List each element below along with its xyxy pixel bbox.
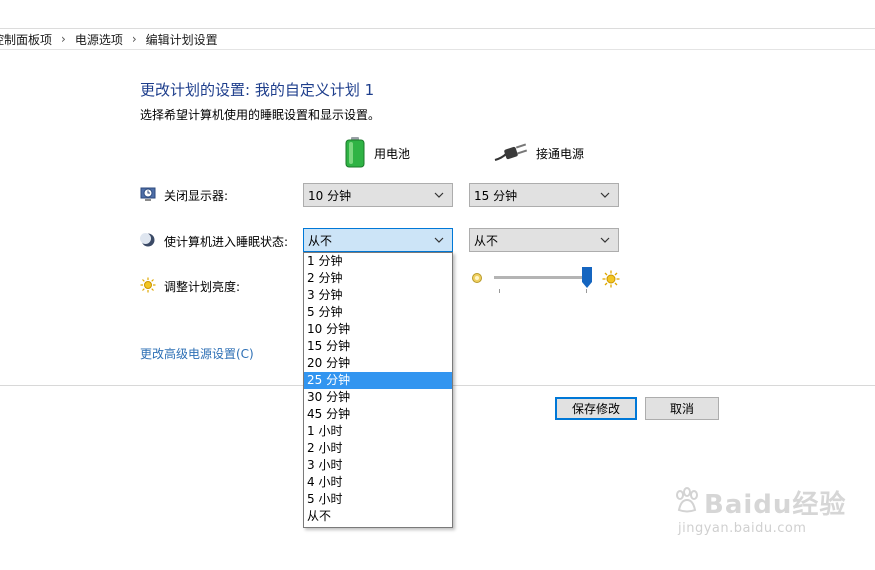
breadcrumb-separator: › (131, 32, 137, 46)
slider-tick (499, 289, 500, 293)
dropdown-option[interactable]: 1 分钟 (304, 253, 452, 270)
page-title: 更改计划的设置: 我的自定义计划 1 (140, 81, 375, 99)
brightness-slider-thumb[interactable] (582, 267, 593, 288)
dropdown-option[interactable]: 5 分钟 (304, 304, 452, 321)
brightness-high-icon (602, 270, 620, 291)
watermark-url: jingyan.baidu.com (678, 521, 807, 536)
column-header-plugged: 接通电源 (494, 140, 584, 167)
dropdown-option[interactable]: 5 小时 (304, 491, 452, 508)
display-off-battery-value: 10 分钟 (308, 188, 352, 203)
sleep-plugged-value: 从不 (474, 233, 499, 248)
advanced-power-settings-link[interactable]: 更改高级电源设置(C) (140, 345, 254, 362)
dropdown-option[interactable]: 2 分钟 (304, 270, 452, 287)
sleep-label: 使计算机进入睡眠状态: (164, 235, 289, 249)
dropdown-option[interactable]: 30 分钟 (304, 389, 452, 406)
breadcrumb: 控制面板项 › 电源选项 › 编辑计划设置 (0, 29, 867, 49)
display-clock-icon (140, 186, 156, 205)
column-header-battery: 用电池 (344, 136, 410, 171)
dropdown-option[interactable]: 3 小时 (304, 457, 452, 474)
baidu-paw-icon (672, 486, 702, 519)
row-display-off: 关闭显示器: (140, 186, 228, 205)
baidu-watermark: Baidu经验 jingyan.baidu.com (672, 484, 846, 536)
chevron-down-icon (600, 237, 610, 243)
dropdown-option[interactable]: 从不 (304, 508, 452, 525)
breadcrumb-divider (0, 49, 875, 50)
dropdown-option[interactable]: 4 小时 (304, 474, 452, 491)
column-label-plugged: 接通电源 (536, 147, 585, 161)
slider-tick (586, 289, 587, 293)
sleep-battery-value: 从不 (308, 233, 333, 248)
dropdown-option[interactable]: 1 小时 (304, 423, 452, 440)
chevron-down-icon (600, 192, 610, 198)
brightness-slider-fill (494, 276, 588, 279)
chevron-down-icon (434, 192, 444, 198)
watermark-brand: Baidu经验 (704, 490, 847, 520)
display-off-plugged-select[interactable]: 15 分钟 (469, 183, 619, 207)
display-off-battery-select[interactable]: 10 分钟 (303, 183, 453, 207)
dropdown-option[interactable]: 10 分钟 (304, 321, 452, 338)
dropdown-option[interactable]: 3 分钟 (304, 287, 452, 304)
brightness-low-icon (471, 272, 483, 287)
breadcrumb-power-options[interactable]: 电源选项 (75, 31, 123, 48)
save-button[interactable]: 保存修改 (555, 397, 637, 420)
sleep-plugged-select[interactable]: 从不 (469, 228, 619, 252)
power-plug-icon (494, 140, 528, 167)
page-subtitle: 选择希望计算机使用的睡眠设置和显示设置。 (140, 108, 381, 122)
row-sleep: 使计算机进入睡眠状态: (140, 232, 288, 251)
row-brightness: 调整计划亮度: (140, 277, 240, 296)
dropdown-option[interactable]: 25 分钟 (304, 372, 452, 389)
breadcrumb-separator: › (61, 32, 66, 46)
brightness-label: 调整计划亮度: (164, 280, 241, 294)
cancel-button[interactable]: 取消 (645, 397, 719, 420)
dropdown-option[interactable]: 45 分钟 (304, 406, 452, 423)
display-off-label: 关闭显示器: (164, 189, 229, 203)
breadcrumb-control-panel-items[interactable]: 控制面板项 (0, 31, 52, 48)
sleep-moon-icon (140, 232, 156, 251)
sleep-battery-dropdown-list: 1 分钟 2 分钟 3 分钟 5 分钟 10 分钟 15 分钟 20 分钟 25 分钟 30 分… (303, 252, 453, 528)
dropdown-option[interactable]: 15 分钟 (304, 338, 452, 355)
brightness-sun-icon (140, 277, 156, 296)
display-off-plugged-value: 15 分钟 (474, 188, 518, 203)
dropdown-option[interactable]: 20 分钟 (304, 355, 452, 372)
battery-icon (344, 136, 366, 171)
dropdown-option[interactable]: 2 小时 (304, 440, 452, 457)
column-label-battery: 用电池 (374, 147, 411, 161)
sleep-battery-select[interactable]: 从不 (303, 228, 453, 252)
chevron-down-icon (434, 237, 444, 243)
breadcrumb-edit-plan-settings: 编辑计划设置 (145, 32, 218, 47)
